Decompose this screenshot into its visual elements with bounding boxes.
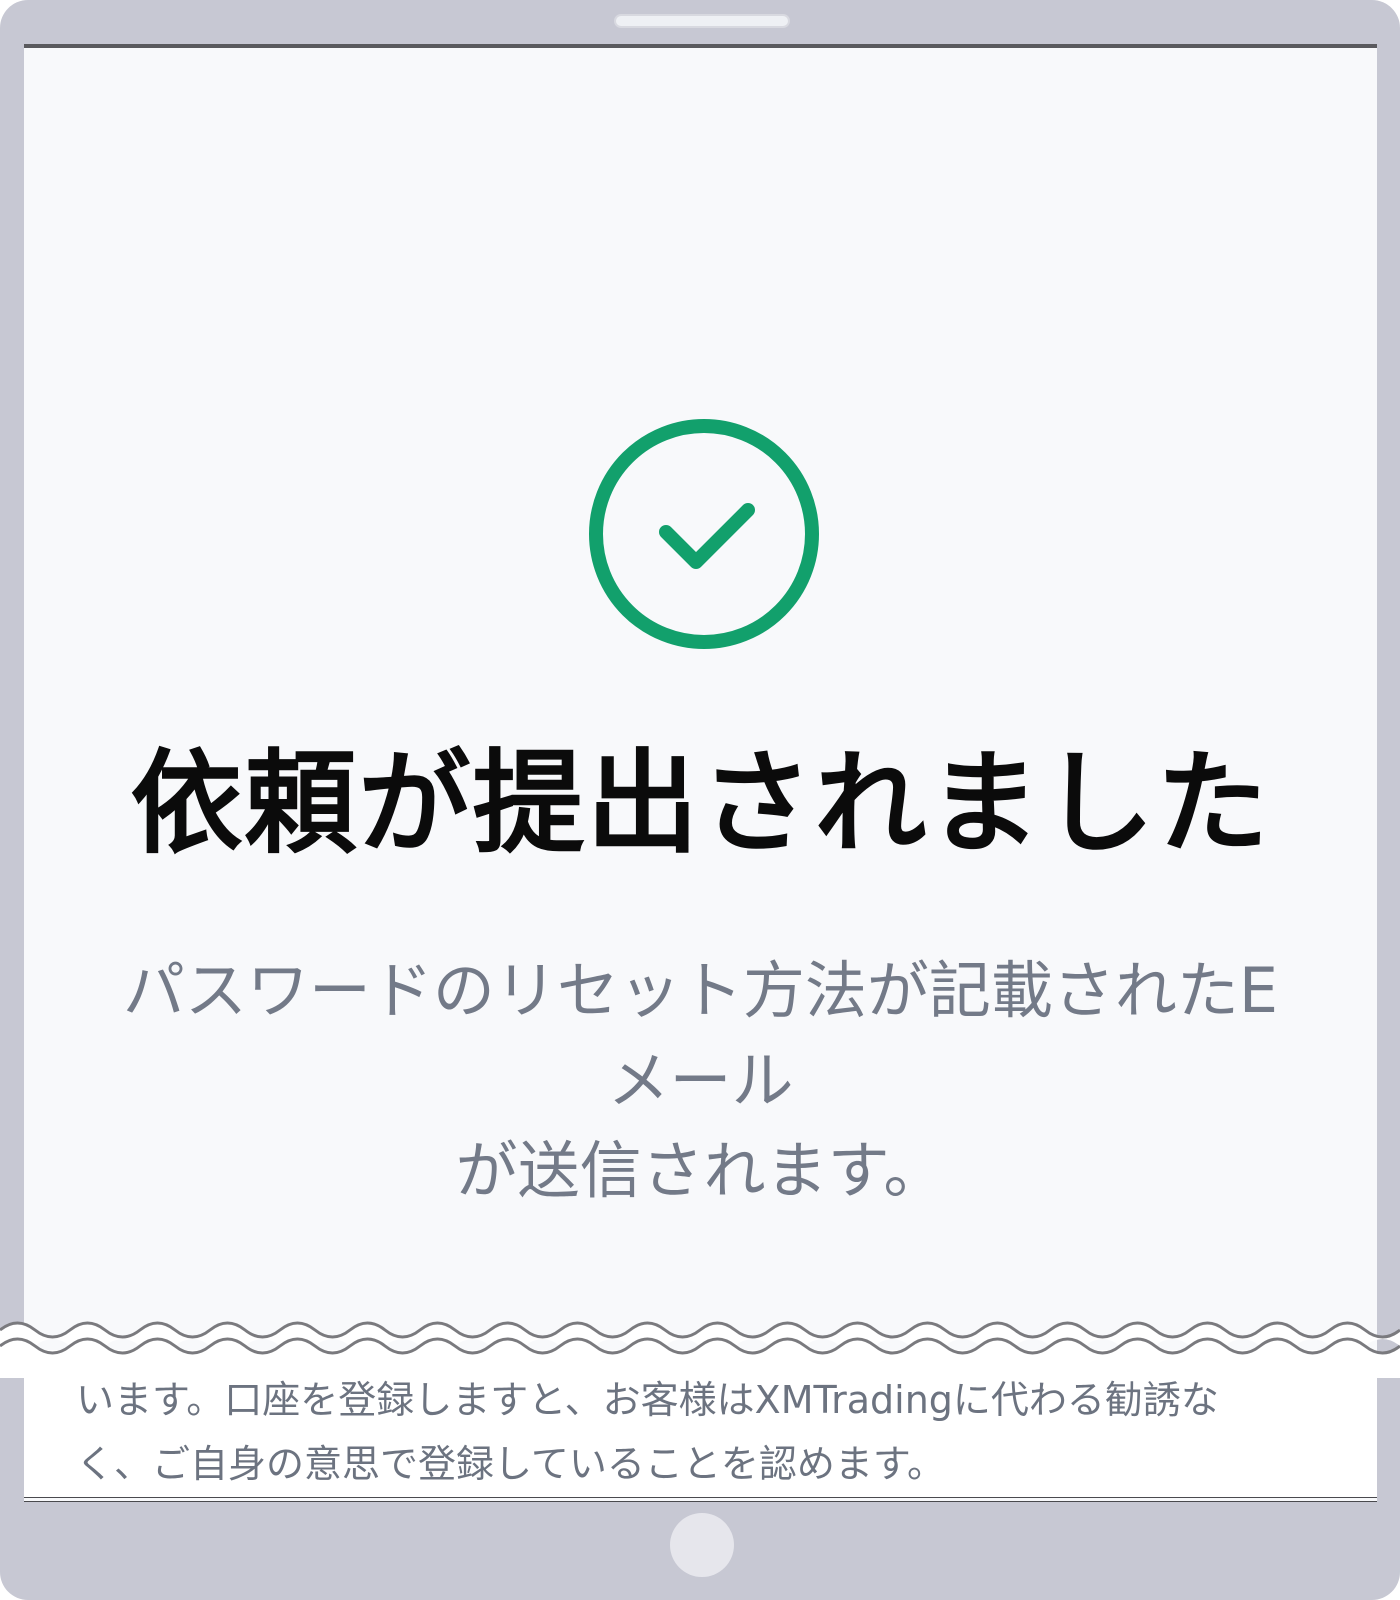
torn-edge-divider: [0, 1321, 1400, 1378]
status-description: パスワードのリセット方法が記載されたEメール が送信されます。: [104, 946, 1297, 1216]
screen: 依頼が提出されました パスワードのリセット方法が記載されたEメール が送信されま…: [24, 44, 1377, 1502]
tablet-frame: 依頼が提出されました パスワードのリセット方法が記載されたEメール が送信されま…: [0, 0, 1400, 1600]
speaker-grille: [614, 14, 790, 28]
consent-text: います。口座を登録しますと、お客様はXMTradingに代わる勧誘な く、ご自身…: [76, 1368, 1306, 1496]
page-title: 依頼が提出されました: [130, 739, 1271, 869]
check-circle-icon: [584, 414, 824, 654]
consent-line-2: く、ご自身の意思で登録していることを認めます。: [76, 1442, 946, 1486]
description-line-1: パスワードのリセット方法が記載されたEメール: [122, 954, 1279, 1117]
home-button[interactable]: [670, 1513, 734, 1577]
description-line-2: が送信されます。: [455, 1134, 946, 1207]
